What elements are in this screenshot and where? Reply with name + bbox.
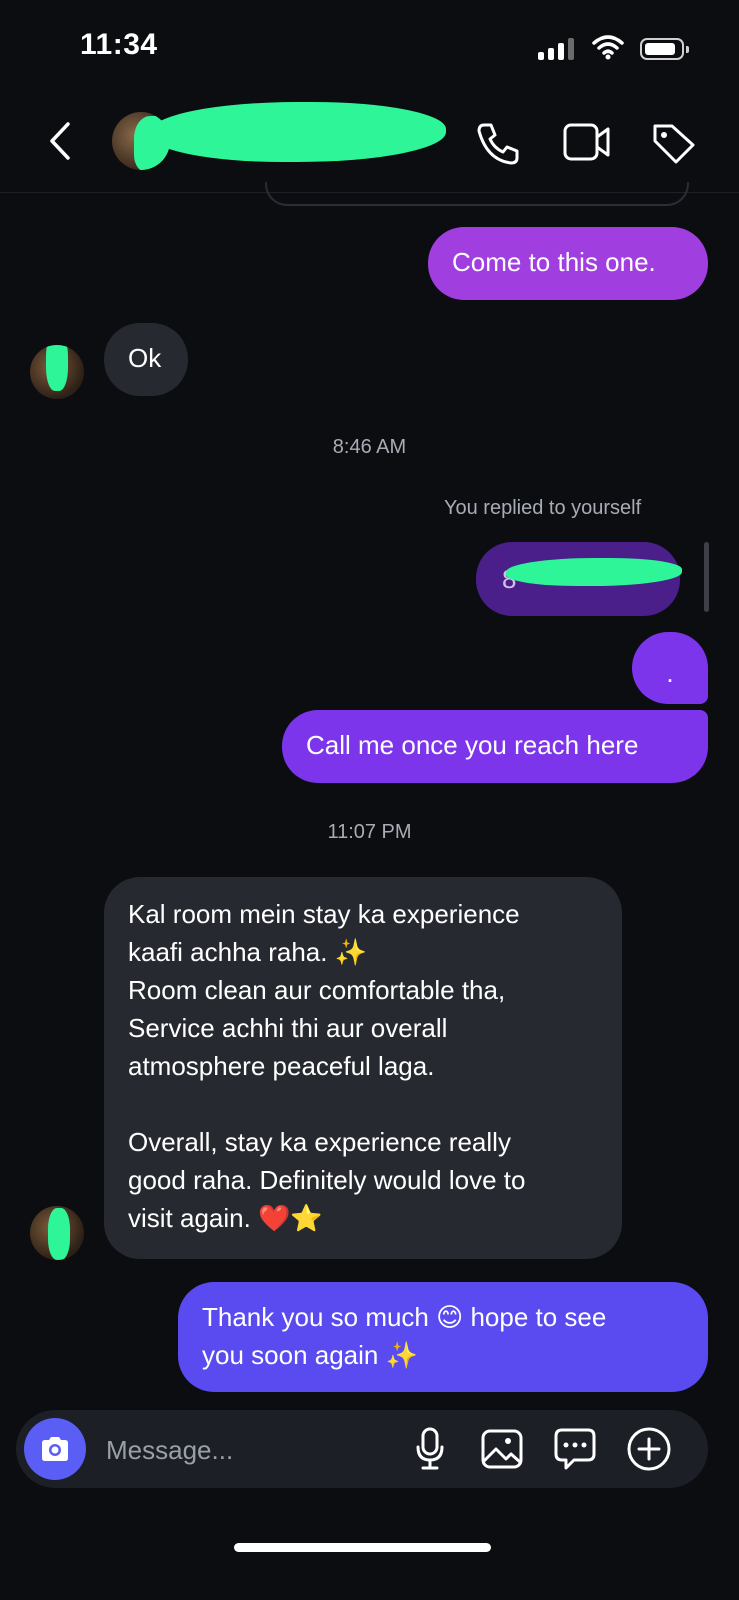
message-line [128,1085,598,1123]
signal-icon [538,38,574,60]
back-button[interactable] [44,120,74,167]
home-indicator[interactable] [234,1543,491,1552]
image-icon [481,1429,523,1469]
message-line: Overall, stay ka experience really [128,1127,511,1157]
battery-icon [640,38,689,60]
timestamp: 11:07 PM [327,821,412,843]
incoming-message[interactable]: Kal room mein stay ka experience kaafi a… [104,877,622,1259]
message-line: kaafi achha raha. ✨ [128,937,368,967]
video-camera-icon [563,123,610,161]
chevron-left-icon [50,122,70,160]
gallery-button[interactable] [480,1428,524,1475]
plus-circle-icon [627,1427,671,1471]
tag-icon [653,124,695,164]
outgoing-message[interactable]: Thank you so much 😊 hope to see you soon… [178,1282,708,1392]
chat-bubble-icon [554,1428,596,1470]
camera-button[interactable] [24,1418,86,1480]
timestamp: 8:46 AM [332,436,407,458]
message-text: Call me once you reach here [306,730,639,760]
sticker-button[interactable] [552,1426,598,1477]
video-call-button[interactable] [562,120,612,169]
message-line: atmosphere peaceful laga. [128,1051,435,1081]
sender-avatar[interactable] [30,345,84,399]
quoted-redaction [506,558,682,586]
message-text: Come to this one. [452,247,656,277]
message-line: Thank you so much 😊 hope to see [202,1302,607,1332]
microphone-icon [416,1427,444,1470]
message-text: Ok [128,343,162,373]
tag-button[interactable] [650,120,698,169]
outgoing-message[interactable]: . [632,632,708,704]
scrollbar[interactable] [704,542,709,612]
add-button[interactable] [626,1426,672,1477]
camera-icon [42,1437,68,1461]
reply-label: You replied to yourself [444,497,642,519]
message-line: Kal room mein stay ka experience [128,899,520,929]
message-line: you soon again ✨ [202,1340,418,1370]
message-line: good raha. Definitely would love to [128,1165,526,1195]
message-line: Room clean aur comfortable tha, [128,975,506,1005]
wifi-icon [592,34,624,65]
incoming-message[interactable]: Ok [104,323,188,396]
contact-name-redacted[interactable] [150,102,446,162]
message-line: visit again. ❤️⭐ [128,1203,323,1233]
phone-icon [477,123,519,165]
call-button[interactable] [474,120,522,171]
outgoing-message[interactable]: Come to this one. [428,227,708,300]
message-text: . [666,658,674,688]
outgoing-message[interactable]: Call me once you reach here [282,710,708,783]
status-time: 11:34 [80,28,158,61]
sender-avatar[interactable] [30,1206,84,1260]
microphone-button[interactable] [414,1426,446,1477]
message-input[interactable] [104,1430,398,1470]
message-line: Service achhi thi aur overall [128,1013,448,1043]
previous-message-bubble [265,182,689,206]
